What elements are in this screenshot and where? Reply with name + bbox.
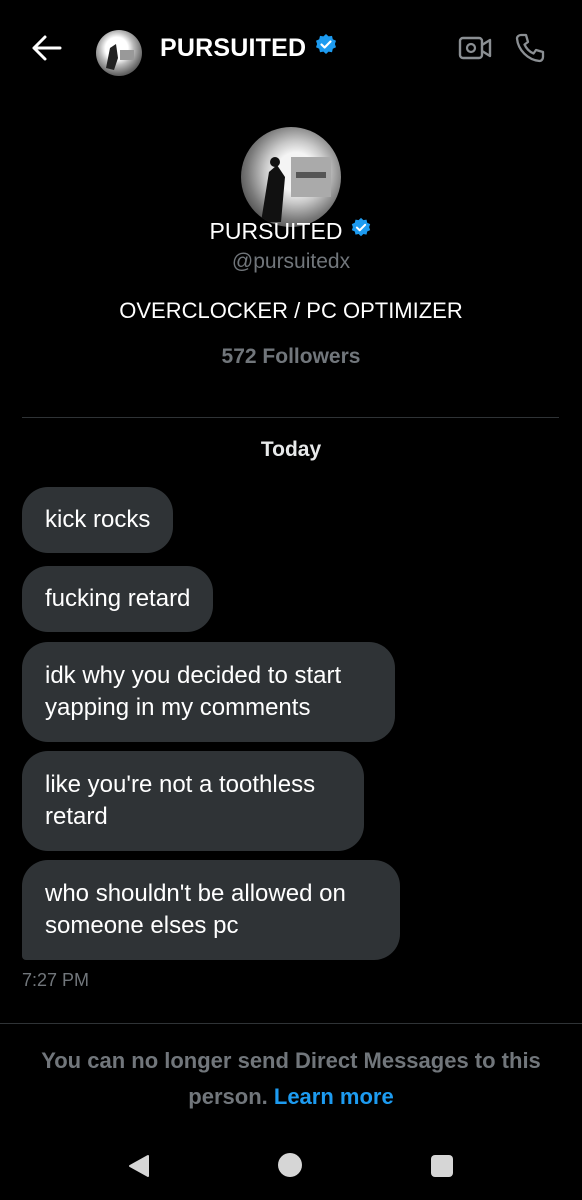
nav-home-button[interactable] bbox=[278, 1153, 302, 1177]
triangle-back-icon bbox=[129, 1155, 149, 1177]
profile-bio: OVERCLOCKER / PC OPTIMIZER bbox=[119, 298, 463, 323]
header-title: PURSUITED bbox=[160, 33, 307, 62]
back-button[interactable] bbox=[30, 33, 64, 63]
message-bubble[interactable]: fucking retard bbox=[22, 566, 214, 632]
call-button[interactable] bbox=[513, 31, 547, 65]
nav-recents-button[interactable] bbox=[431, 1155, 453, 1177]
message-bubble[interactable]: kick rocks bbox=[22, 487, 174, 553]
verified-badge-icon bbox=[350, 217, 372, 245]
profile-name: PURSUITED bbox=[209, 217, 343, 244]
message-bubble[interactable]: who shouldn't be allowed on someone else… bbox=[22, 860, 400, 960]
phone-icon bbox=[515, 33, 545, 63]
learn-more-link[interactable]: Learn more bbox=[274, 1084, 394, 1109]
video-call-button[interactable] bbox=[458, 34, 492, 62]
profile-avatar[interactable] bbox=[241, 127, 341, 227]
video-call-icon bbox=[458, 36, 492, 60]
message-bubble[interactable]: idk why you decided to start yapping in … bbox=[22, 642, 395, 742]
followers-count[interactable]: 572 Followers bbox=[0, 345, 582, 369]
divider bbox=[0, 1023, 582, 1024]
message-timestamp: 7:27 PM bbox=[22, 970, 90, 990]
date-separator: Today bbox=[260, 438, 322, 461]
verified-badge-icon bbox=[314, 33, 338, 64]
arrow-left-icon bbox=[32, 35, 62, 61]
divider bbox=[22, 417, 559, 418]
message-bubble[interactable]: like you're not a toothless retard bbox=[22, 751, 364, 851]
dm-restricted-notice: You can no longer send Direct Messages t… bbox=[20, 1043, 562, 1115]
nav-back-button[interactable] bbox=[126, 1153, 152, 1184]
profile-handle[interactable]: @pursuitedx bbox=[0, 250, 582, 274]
header-avatar[interactable] bbox=[96, 30, 142, 76]
